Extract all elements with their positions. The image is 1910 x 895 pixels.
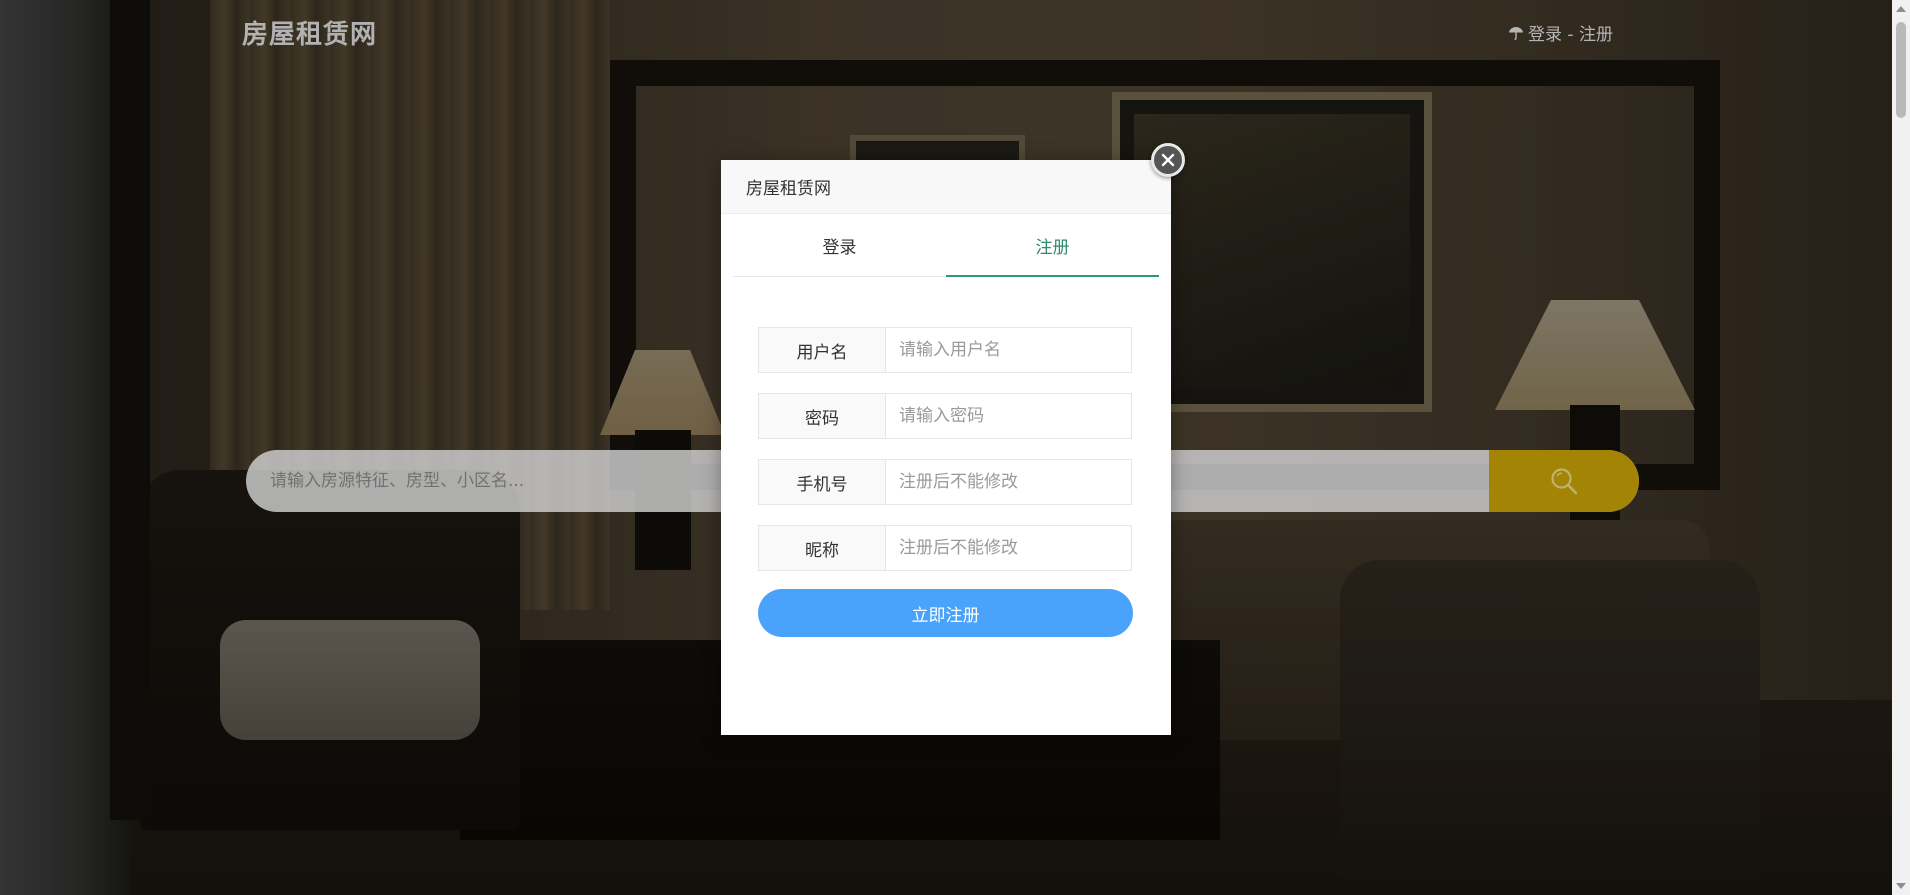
- username-input[interactable]: [886, 328, 1131, 372]
- phone-label: 手机号: [759, 460, 886, 504]
- username-label: 用户名: [759, 328, 886, 372]
- close-button[interactable]: [1151, 143, 1185, 177]
- tab-login[interactable]: 登录: [733, 214, 946, 276]
- register-dialog: 房屋租赁网 登录 注册 用户名 密码 手机号: [721, 143, 1185, 735]
- scroll-down-arrow-icon[interactable]: [1896, 883, 1906, 889]
- username-row: 用户名: [758, 327, 1132, 373]
- page-scrollbar[interactable]: [1892, 0, 1910, 895]
- dialog-title: 房屋租赁网: [746, 179, 831, 199]
- scroll-thumb[interactable]: [1896, 22, 1906, 118]
- auth-tabs: 登录 注册: [733, 214, 1159, 277]
- password-input[interactable]: [886, 394, 1131, 438]
- password-label: 密码: [759, 394, 886, 438]
- phone-input[interactable]: [886, 460, 1131, 504]
- dialog-header: 房屋租赁网: [721, 160, 1171, 214]
- nickname-row: 昵称: [758, 525, 1132, 571]
- close-icon: [1161, 153, 1175, 167]
- password-row: 密码: [758, 393, 1132, 439]
- nickname-label: 昵称: [759, 526, 886, 570]
- scroll-up-arrow-icon[interactable]: [1896, 6, 1906, 12]
- nickname-input[interactable]: [886, 526, 1131, 570]
- tab-register[interactable]: 注册: [946, 214, 1159, 277]
- register-form: 用户名 密码 手机号 昵称 立即注册: [721, 277, 1171, 637]
- phone-row: 手机号: [758, 459, 1132, 505]
- page: 房屋租赁网 登录 - 注册 房屋租赁网: [0, 0, 1910, 895]
- register-submit-button[interactable]: 立即注册: [758, 589, 1133, 637]
